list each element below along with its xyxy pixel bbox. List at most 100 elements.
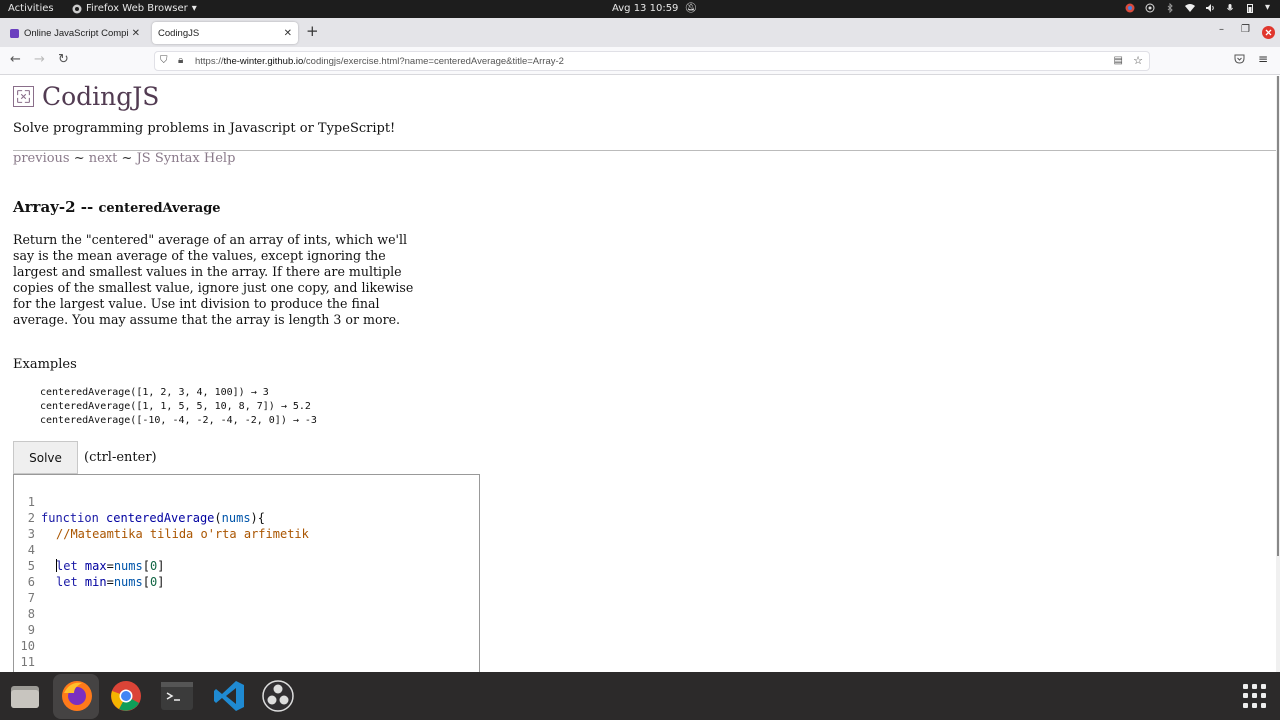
microphone-icon [1227,3,1233,10]
code-line: 5 let min=nums[0] [14,542,165,589]
reload-icon[interactable]: ↻ [58,52,69,67]
url-text[interactable]: https://the-winter.github.io/codingjs/ex… [195,56,564,67]
code-line: 4 let max=nums[0] [14,526,165,573]
restore-icon[interactable]: ❐ [1241,24,1250,35]
reader-view-icon[interactable]: ▤ [1114,55,1123,66]
code-punct: = [106,559,114,573]
exercise-nav: previous ~ next ~ JS Syntax Help [13,151,235,166]
exercise-heading: Array-2 -- centeredAverage [13,198,221,216]
close-tab-icon[interactable]: ✕ [132,28,140,39]
obs-icon[interactable] [261,679,295,713]
caret-down-icon: ▾ [1264,2,1270,13]
back-arrow-icon[interactable]: ← [10,52,21,67]
scrollbar-thumb[interactable] [1277,76,1279,556]
app-menu[interactable]: Firefox Web Browser ▾ [72,3,197,14]
grid-dot [1252,693,1257,699]
code-line: 2 //Mateamtika tilida o'rta arfimetik [14,494,309,541]
code-function-name: centeredAverage [106,511,215,525]
clock-text: Avg 13 10:59 [612,3,679,14]
code-variable: nums [113,575,143,589]
tracking-shield-icon[interactable]: ⛉ [160,55,168,66]
activities-button[interactable]: Activities [8,3,54,14]
bookmark-star-icon[interactable]: ☆ [1133,54,1143,67]
clock[interactable]: Avg 13 10:59 🔕︎ [612,3,697,14]
url-host: the-winter.github.io [223,56,304,67]
tab-online-js-compiler[interactable]: Online JavaScript Compil ✕ [4,22,146,44]
site-title: CodingJS [42,82,160,111]
chrome-icon[interactable] [109,679,143,713]
tab-title: Online JavaScript Compil [24,27,128,39]
url-path: /codingjs/exercise.html?name=centeredAve… [303,56,564,67]
nav-separator: ~ [69,151,89,166]
show-apps-icon[interactable] [1243,684,1267,708]
url-bar[interactable]: ⛉ 🔒︎ https://the-winter.github.io/coding… [154,51,1150,71]
code-text: function centeredAverage(nums){ [41,510,265,526]
code-punct: ] [157,559,165,573]
code-punct: [ [142,575,150,589]
grid-dot [1243,702,1248,708]
heading-name: centeredAverage [98,201,221,216]
grid-dot [1261,693,1266,699]
forward-arrow-icon[interactable]: → [34,52,45,67]
code-punct: ] [157,575,165,589]
codingjs-logo-icon [13,86,34,107]
code-variable: nums [113,559,143,573]
hamburger-menu-icon[interactable]: ≡ [1258,52,1268,66]
tagline: Solve programming problems in Javascript… [13,121,396,136]
battery-icon [1246,3,1253,13]
solve-button[interactable]: Solve [13,441,78,474]
code-editor[interactable]: 1 function centeredAverage(nums){ 2 //Ma… [13,474,480,672]
examples-title: Examples [13,357,77,372]
close-window-icon[interactable] [1262,26,1275,39]
problem-description: Return the "centered" average of an arra… [13,232,414,327]
code-line: 8 [14,590,57,621]
code-line: 7 [14,574,57,605]
system-tray[interactable]: ▾ [1125,2,1270,13]
system-top-bar: Activities Firefox Web Browser ▾ Avg 13 … [0,0,1280,18]
grid-dot [1252,702,1257,708]
code-line: 6 [14,558,57,589]
example-item: centeredAverage([-10, -4, -2, -4, -2, 0]… [40,415,317,426]
code-line: 10 [14,622,57,653]
bluetooth-icon [1167,2,1173,13]
app-name: Firefox Web Browser [86,3,188,14]
obs-tray-icon [1145,3,1155,12]
example-item: centeredAverage([1, 1, 5, 5, 10, 8, 7]) … [40,401,311,412]
examples-list: centeredAverage([1, 2, 3, 4, 100]) → 3 c… [40,386,317,428]
code-punct: ){ [250,511,265,525]
files-icon[interactable] [9,680,41,712]
code-variable: max [84,559,107,573]
tab-codingjs[interactable]: CodingJS ✕ [152,22,298,44]
code-line: 1 function centeredAverage(nums){ [14,478,265,525]
grid-dot [1243,693,1248,699]
lock-icon[interactable]: 🔒︎ [178,55,183,66]
volume-icon [1205,3,1214,12]
grid-dot [1261,684,1266,689]
code-punct: ( [214,511,222,525]
minimize-icon[interactable]: – [1219,24,1224,35]
code-line: 11 [14,638,57,669]
code-param: nums [221,511,251,525]
navigation-bar: ← → ↻ ⛉ 🔒︎ https://the-winter.github.io/… [0,47,1280,75]
code-punct: [ [142,559,150,573]
tab-title: CodingJS [158,27,200,39]
notifications-off-icon: 🔕︎ [684,3,698,14]
new-tab-icon[interactable]: + [306,22,319,40]
code-variable: min [84,575,107,589]
firefox-icon[interactable] [60,679,94,713]
close-tab-icon[interactable]: ✕ [284,28,292,39]
pocket-icon[interactable] [1234,53,1245,64]
previous-link[interactable]: previous [13,151,70,166]
syntax-help-link[interactable]: JS Syntax Help [137,151,236,166]
firefox-app-icon [72,4,82,13]
code-text: let max=nums[0] [56,558,164,574]
next-link[interactable]: next [89,151,118,166]
terminal-icon[interactable] [161,682,193,710]
code-comment: //Mateamtika tilida o'rta arfimetik [56,527,309,541]
text-cursor [56,559,57,572]
page-content: CodingJS Solve programming problems in J… [0,76,1276,672]
code-line: 12 } [14,654,57,672]
code-line: 9 [14,606,57,637]
vscode-icon[interactable] [212,679,246,713]
url-prefix: https:// [195,56,224,67]
